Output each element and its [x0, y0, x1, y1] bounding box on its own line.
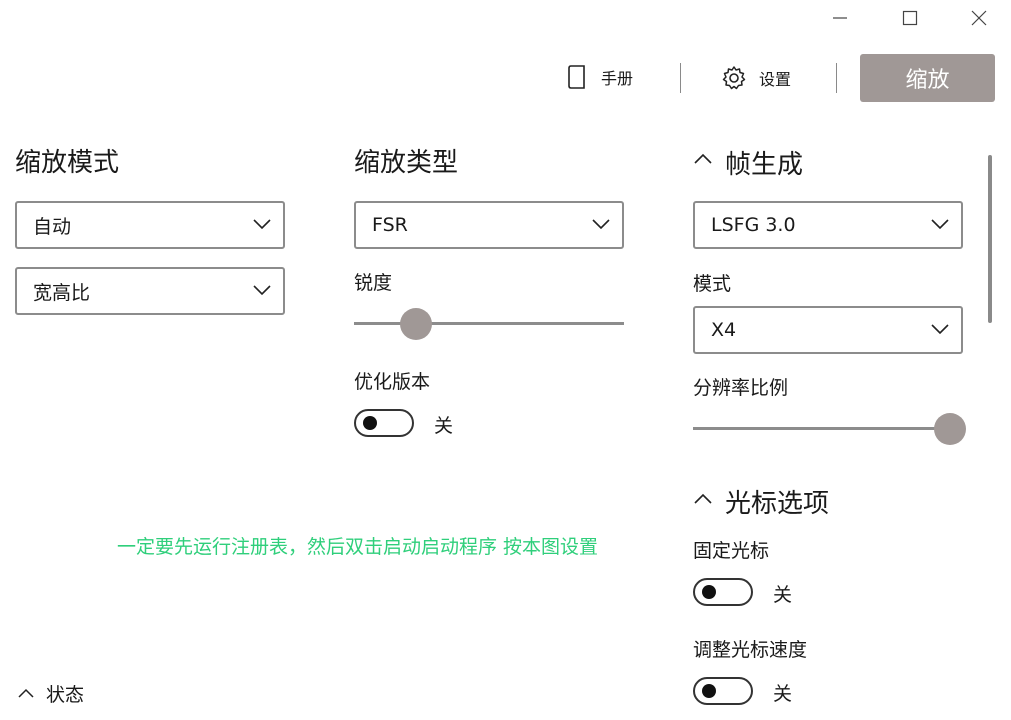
frame-gen-title: 帧生成: [725, 150, 804, 180]
chevron-up-icon[interactable]: [694, 153, 712, 165]
scaling-mode-value: 自动: [33, 215, 72, 238]
fixed-cursor-label: 固定光标: [693, 540, 770, 562]
maximize-icon: [902, 10, 918, 26]
manual-button[interactable]: 手册: [567, 62, 633, 92]
scaling-type-select[interactable]: FSR: [354, 201, 624, 249]
resolution-slider-thumb[interactable]: [933, 413, 966, 445]
maximize-button[interactable]: [887, 0, 933, 36]
frame-gen-engine-value: LSFG 3.0: [711, 214, 796, 236]
status-toggle[interactable]: 状态: [18, 680, 84, 707]
scrollbar[interactable]: [988, 155, 992, 323]
sharpness-slider-track[interactable]: [354, 322, 624, 325]
chevron-down-icon: [931, 219, 949, 230]
frame-gen-engine-select[interactable]: LSFG 3.0: [693, 201, 963, 249]
frame-gen-mode-value: X4: [711, 319, 737, 341]
optimized-version-toggle[interactable]: [354, 409, 414, 437]
scaling-type-title: 缩放类型: [354, 148, 459, 178]
resolution-ratio-label: 分辨率比例: [693, 377, 789, 399]
toggle-knob: [363, 416, 377, 430]
close-button[interactable]: [956, 0, 1002, 36]
toolbar-divider: [680, 63, 681, 93]
toggle-knob: [702, 684, 716, 698]
manual-label: 手册: [601, 69, 634, 88]
frame-gen-mode-label: 模式: [693, 273, 732, 295]
chevron-up-icon[interactable]: [694, 493, 712, 505]
sharpness-label: 锐度: [354, 272, 393, 294]
scaling-type-value: FSR: [372, 214, 408, 236]
toolbar-divider: [836, 63, 837, 93]
optimized-version-state: 关: [434, 415, 454, 437]
frame-gen-mode-select[interactable]: X4: [693, 306, 963, 354]
close-icon: [971, 10, 987, 26]
aspect-ratio-value: 宽高比: [33, 281, 91, 304]
cursor-options-title: 光标选项: [725, 489, 830, 519]
chevron-down-icon: [931, 324, 949, 335]
book-icon: [568, 65, 585, 89]
fixed-cursor-toggle[interactable]: [693, 578, 753, 606]
scaling-mode-select[interactable]: 自动: [15, 201, 285, 249]
cursor-speed-state: 关: [773, 683, 793, 705]
chevron-down-icon: [253, 285, 271, 296]
settings-button[interactable]: 设置: [721, 64, 791, 92]
chevron-up-icon: [18, 688, 34, 698]
cursor-speed-label: 调整光标速度: [693, 639, 808, 661]
resolution-slider-track[interactable]: [693, 427, 963, 430]
minimize-button[interactable]: [817, 0, 863, 36]
instruction-note: 一定要先运行注册表，然后双击启动启动程序 按本图设置: [117, 536, 599, 558]
scale-button[interactable]: 缩放: [860, 54, 995, 102]
gear-icon: [722, 66, 746, 90]
optimized-version-label: 优化版本: [354, 371, 431, 393]
status-label: 状态: [46, 684, 85, 706]
sharpness-slider-thumb[interactable]: [400, 308, 433, 340]
cursor-speed-toggle[interactable]: [693, 677, 753, 705]
chevron-down-icon: [592, 219, 610, 230]
fixed-cursor-state: 关: [773, 584, 793, 606]
settings-label: 设置: [759, 70, 792, 89]
scaling-mode-title: 缩放模式: [15, 148, 120, 178]
toggle-knob: [702, 585, 716, 599]
minimize-icon: [833, 17, 847, 19]
aspect-ratio-select[interactable]: 宽高比: [15, 267, 285, 315]
chevron-down-icon: [253, 219, 271, 230]
